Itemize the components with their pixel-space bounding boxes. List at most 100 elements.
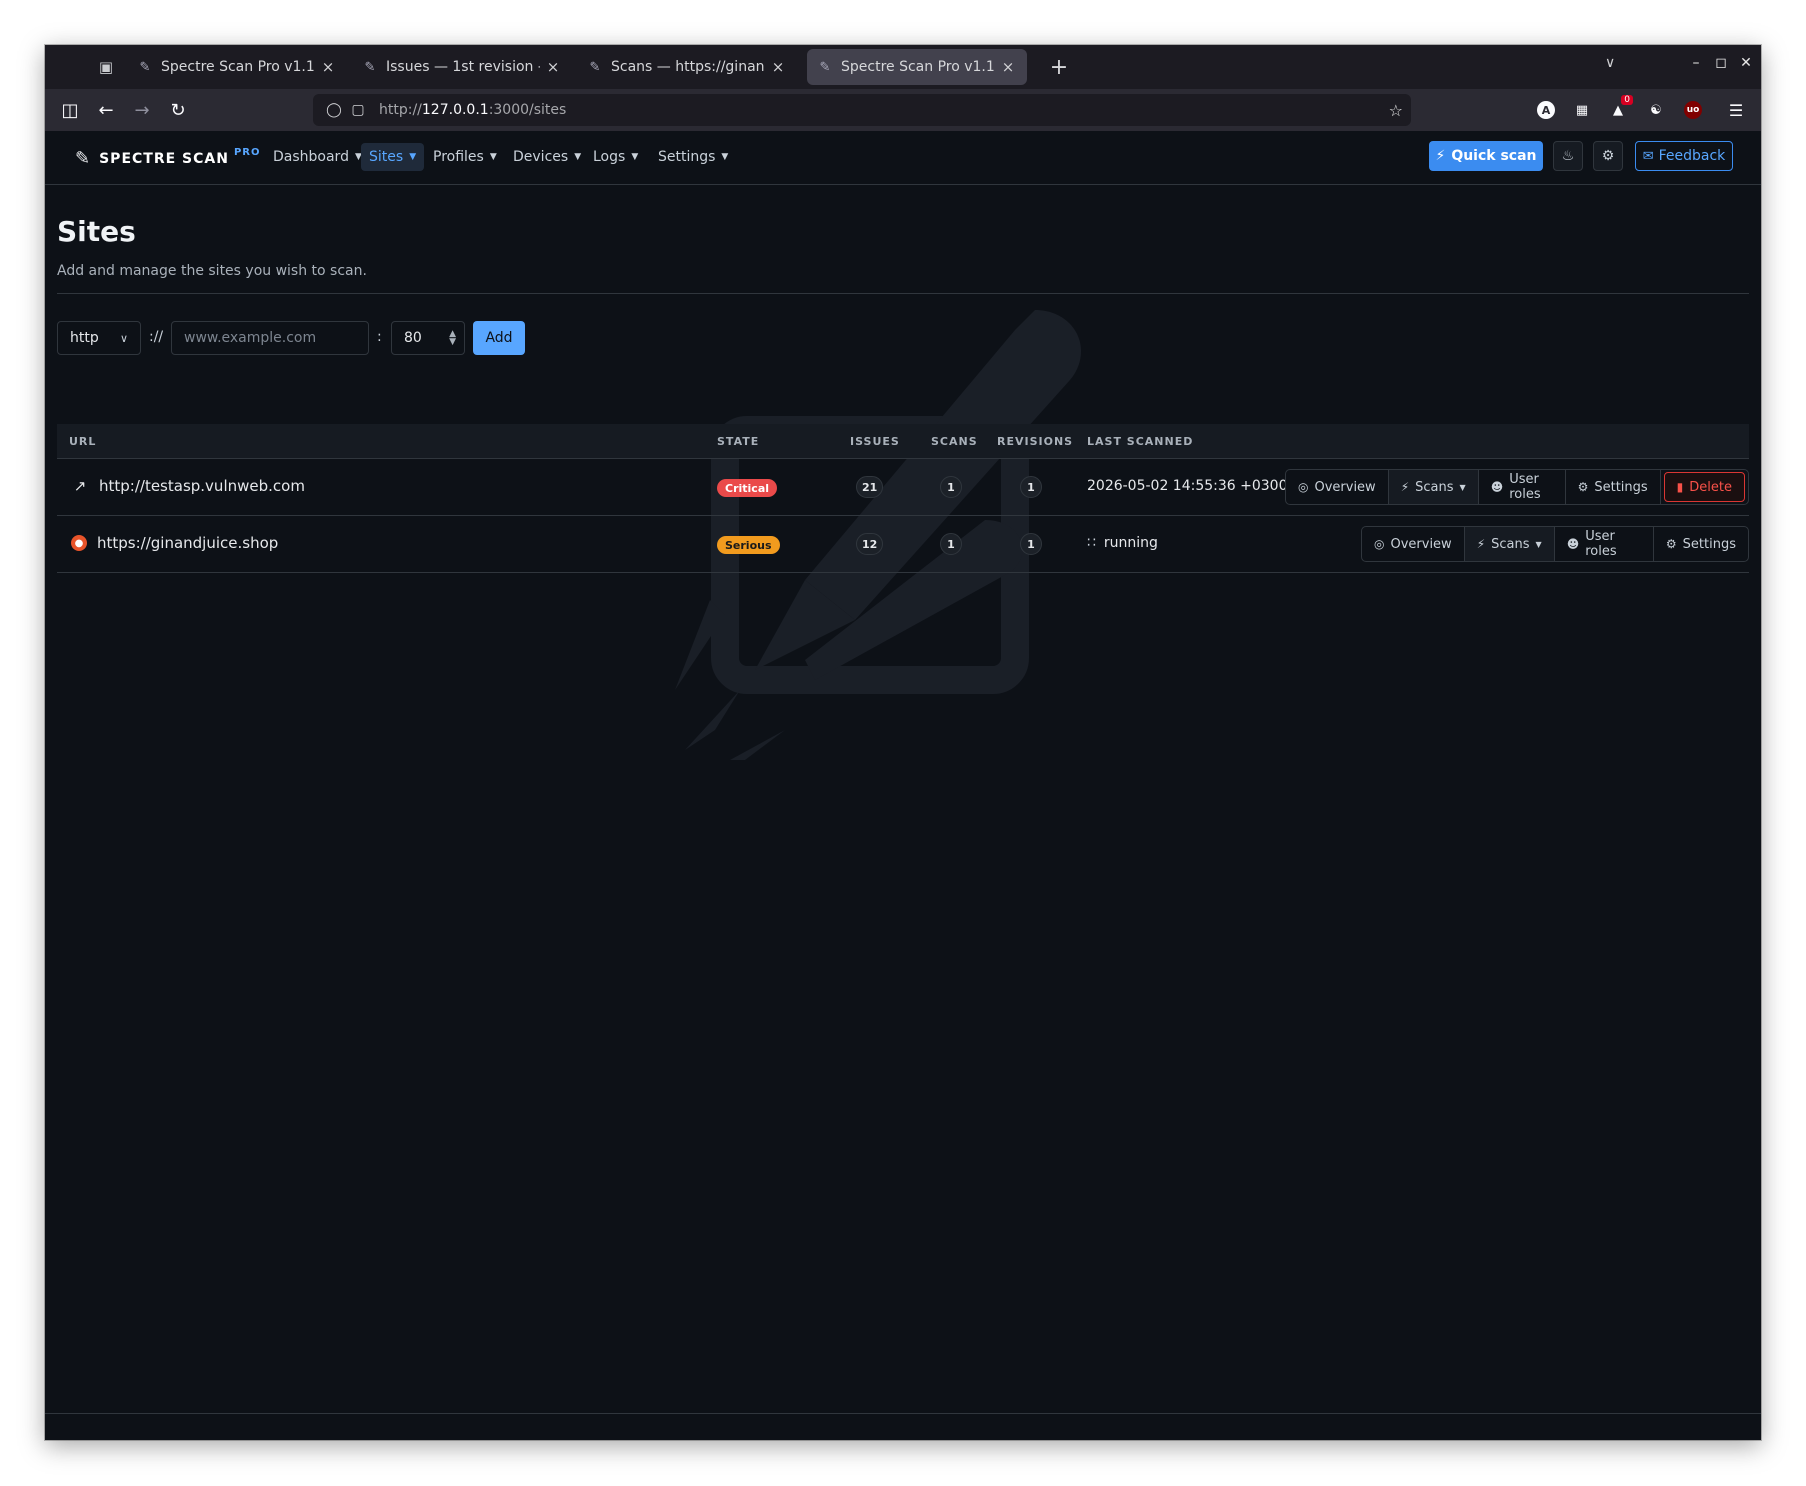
table-row: ● https://ginandjuice.shop Serious 12 1 … (57, 516, 1749, 573)
settings-button[interactable]: ⚙ Settings (1566, 470, 1661, 504)
nav-menu-sites[interactable]: Sites ▼ (361, 143, 425, 171)
feedback-button[interactable]: ✉ Feedback (1635, 141, 1733, 171)
pencil-square-icon: ✎ (589, 59, 601, 75)
spinner-arrows-icon[interactable]: ▲ ▼ (449, 330, 456, 347)
nav-menu-settings[interactable]: Settings ▼ (650, 143, 736, 171)
caret-down-icon: ▼ (574, 152, 582, 162)
port-input[interactable]: 80 ▲ ▼ (391, 321, 465, 355)
chevron-down-icon[interactable]: ∨ (1605, 55, 1615, 71)
extension-bell-icon[interactable]: ▲ 0 (1607, 95, 1633, 121)
close-icon[interactable]: × (999, 58, 1017, 76)
brand[interactable]: ✎ SPECTRE SCAN PRO (75, 147, 260, 169)
minimize-icon[interactable]: – (1685, 55, 1707, 71)
bolt-icon: ⚡ (1435, 148, 1446, 164)
column-header-url: URL (69, 435, 97, 448)
site-url-cell[interactable]: ● https://ginandjuice.shop (71, 534, 278, 552)
chevron-down-icon: ∨ (119, 331, 128, 345)
site-url[interactable]: http://testasp.vulnweb.com (99, 477, 305, 495)
browser-tab[interactable]: ✎ Issues — 1st revision - Test × (352, 49, 572, 85)
caret-down-icon: ▼ (631, 152, 639, 162)
protocol-select[interactable]: http ∨ (57, 321, 141, 355)
address-bar[interactable]: ◯ ▢ http://127.0.0.1:3000/sites ☆ (313, 94, 1411, 126)
action-label: User roles (1509, 472, 1541, 502)
tab-list-icon[interactable]: ▣ (93, 54, 119, 80)
close-icon[interactable]: × (769, 58, 787, 76)
revisions-count: 1 (1020, 476, 1042, 498)
column-header-revisions: REVISIONS (997, 435, 1074, 448)
browser-toolbar: ◫ ← → ↻ ◯ ▢ http://127.0.0.1:3000/sites … (45, 89, 1761, 131)
gear-icon: ⚙ (1577, 480, 1589, 494)
ublock-icon[interactable]: uo (1684, 101, 1702, 119)
bolt-icon: ⚡ (1476, 537, 1486, 551)
table-row: ↗ http://testasp.vulnweb.com Critical 21… (57, 459, 1749, 516)
nav-menu-profiles[interactable]: Profiles ▼ (425, 143, 505, 171)
extensions-puzzle-icon[interactable]: ▦ (1571, 99, 1593, 121)
window-close-icon[interactable]: ✕ (1735, 55, 1757, 71)
app-navbar: ✎ SPECTRE SCAN PRO Dashboard ▼ Sites ▼ Pro… (45, 131, 1761, 185)
feedback-label: Feedback (1658, 148, 1726, 164)
notifications-button[interactable]: ♨ (1553, 141, 1583, 171)
add-button[interactable]: Add (473, 321, 525, 355)
page-subtitle: Add and manage the sites you wish to sca… (57, 263, 367, 279)
sites-table: URL STATE ISSUES SCANS REVISIONS LAST SC… (57, 424, 1749, 573)
quick-scan-button[interactable]: ⚡ Quick scan (1429, 141, 1543, 171)
new-tab-button[interactable]: + (1045, 53, 1073, 81)
sync-icon[interactable]: ☯ (1645, 99, 1667, 121)
action-label: Scans (1415, 479, 1454, 495)
nav-menu-devices[interactable]: Devices ▼ (505, 143, 589, 171)
gear-icon: ⚙ (1665, 537, 1677, 551)
hamburger-menu-icon[interactable]: ☰ (1725, 99, 1747, 121)
overview-button[interactable]: ◎ Overview (1362, 527, 1465, 561)
close-icon[interactable]: × (319, 58, 337, 76)
close-icon[interactable]: × (544, 58, 562, 76)
reload-icon[interactable]: ↻ (165, 97, 191, 123)
theme-toggle-button[interactable]: ⚙ (1593, 141, 1623, 171)
column-header-state: STATE (717, 435, 760, 448)
gear-icon: ⚙ (1601, 148, 1615, 164)
user-roles-button[interactable]: ☻ User roles (1479, 470, 1566, 504)
overview-button[interactable]: ◎ Overview (1286, 470, 1389, 504)
url-text[interactable]: http://127.0.0.1:3000/sites (379, 102, 566, 118)
scans-dropdown-button[interactable]: ⚡ Scans ▼ (1388, 470, 1479, 504)
action-label: Scans (1491, 536, 1530, 552)
sidebar-toggle-icon[interactable]: ◫ (57, 97, 83, 123)
port-separator: : (377, 329, 382, 345)
delete-button[interactable]: ▮ Delete (1663, 472, 1745, 502)
action-label: Delete (1689, 479, 1732, 495)
tab-title: Spectre Scan Pro v1.12 (161, 59, 315, 75)
brand-logo-icon: ✎ (75, 148, 92, 169)
url-path: :3000/sites (488, 102, 567, 118)
page-title: Sites (57, 215, 136, 248)
browser-window: ▣ ✎ Spectre Scan Pro v1.12 × ✎ Issues — … (45, 45, 1761, 1440)
nav-menu-logs[interactable]: Logs ▼ (585, 143, 646, 171)
site-url[interactable]: https://ginandjuice.shop (97, 534, 278, 552)
settings-button[interactable]: ⚙ Settings (1654, 527, 1748, 561)
nav-menu-label: Logs (593, 149, 626, 165)
spinner-icon: ∷ (1087, 535, 1096, 551)
last-scanned-value: running (1103, 535, 1158, 551)
scans-count: 1 (940, 533, 962, 555)
site-url-cell[interactable]: ↗ http://testasp.vulnweb.com (71, 477, 305, 495)
page-footer (45, 1413, 1761, 1440)
revisions-count: 1 (1020, 533, 1042, 555)
external-link-icon[interactable]: ↗ (71, 477, 89, 495)
account-icon[interactable]: A (1537, 101, 1555, 119)
shield-icon[interactable]: ◯ (323, 102, 345, 118)
scans-dropdown-button[interactable]: ⚡ Scans ▼ (1464, 527, 1555, 561)
url-scheme: http:// (379, 102, 422, 118)
host-input[interactable] (171, 321, 369, 355)
forward-arrow-icon[interactable]: → (129, 97, 155, 123)
back-arrow-icon[interactable]: ← (93, 97, 119, 123)
row-actions: ◎ Overview ⚡ Scans ▼ ☻ User roles ⚙ Settings … (1285, 469, 1749, 505)
bookmark-star-icon[interactable]: ☆ (1389, 101, 1403, 120)
issues-count: 21 (856, 476, 884, 498)
maximize-icon[interactable]: ◻ (1710, 55, 1732, 71)
user-roles-button[interactable]: ☻ User roles (1555, 527, 1654, 561)
browser-tab[interactable]: ✎ Spectre Scan Pro v1.12 × (127, 49, 347, 85)
nav-menu-dashboard[interactable]: Dashboard ▼ (265, 143, 370, 171)
page-icon[interactable]: ▢ (347, 102, 369, 118)
browser-tab[interactable]: ✎ Scans — https://ginandjuic × (577, 49, 797, 85)
browser-tab-active[interactable]: ✎ Spectre Scan Pro v1.12 × (807, 49, 1027, 85)
caret-down-icon: ▼ (1459, 482, 1466, 492)
url-host: 127.0.0.1 (421, 102, 489, 118)
